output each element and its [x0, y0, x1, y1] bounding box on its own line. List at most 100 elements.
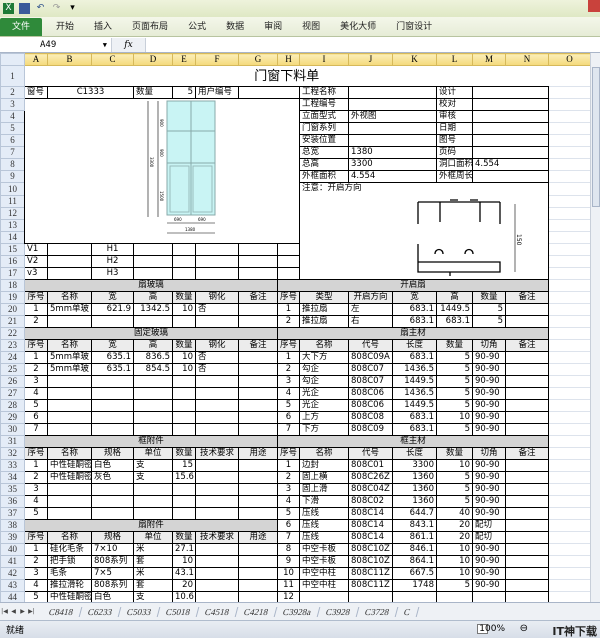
cell[interactable] [548, 399, 591, 412]
info-label[interactable]: 门窗系列 [299, 122, 349, 135]
left-column-header[interactable]: 高 [133, 339, 173, 352]
left-table-cell[interactable] [195, 399, 239, 412]
right-table-cell[interactable]: 勾企 [299, 375, 349, 388]
name-box[interactable]: A49 ▼ [0, 37, 112, 52]
left-table-cell[interactable] [238, 471, 278, 484]
cell[interactable] [548, 459, 591, 472]
right-column-header[interactable]: 长度 [392, 339, 437, 352]
column-header[interactable]: C [91, 53, 134, 66]
right-table-cell[interactable]: 7 [277, 531, 300, 544]
right-column-header[interactable]: 高 [436, 291, 473, 304]
right-table-cell[interactable]: 90-90 [472, 411, 506, 424]
cell[interactable] [548, 110, 591, 123]
right-table-cell[interactable]: 配切 [472, 531, 506, 544]
left-column-header[interactable]: 规格 [91, 447, 134, 460]
cell[interactable] [548, 219, 591, 232]
left-column-header[interactable]: 名称 [47, 339, 92, 352]
left-table-cell[interactable]: 808系列 [91, 555, 134, 568]
row-header[interactable]: 17 [0, 267, 25, 280]
left-table-cell[interactable] [238, 507, 278, 520]
right-table-cell[interactable] [505, 555, 549, 568]
right-table-cell[interactable]: 5 [436, 483, 473, 496]
right-table-cell[interactable]: 1 [277, 459, 300, 472]
right-table-cell[interactable]: 808C06 [348, 387, 393, 400]
column-header[interactable]: O [548, 53, 591, 66]
sheet-tab[interactable]: C3728 [356, 606, 399, 617]
cell[interactable] [548, 483, 591, 496]
right-column-header[interactable]: 代号 [348, 339, 393, 352]
info-value[interactable] [472, 146, 549, 159]
cell[interactable] [548, 267, 591, 280]
column-header[interactable]: G [238, 53, 278, 66]
cell[interactable] [548, 255, 591, 268]
first-sheet-icon[interactable]: |◀ [0, 608, 9, 615]
right-table-cell[interactable]: 40 [436, 507, 473, 520]
info-value[interactable] [348, 98, 437, 111]
left-table-cell[interactable] [91, 375, 134, 388]
left-table-cell[interactable] [47, 315, 92, 328]
right-table-cell[interactable]: 5 [472, 303, 506, 316]
row-header[interactable]: 39 [0, 531, 25, 544]
left-table-cell[interactable] [133, 495, 173, 508]
right-table-cell[interactable]: 2 [277, 471, 300, 484]
right-table-cell[interactable]: 846.1 [392, 543, 437, 556]
cell[interactable] [548, 158, 591, 171]
left-table-cell[interactable]: 10 [172, 363, 196, 376]
label-window-no[interactable]: 窗号 [24, 86, 48, 99]
opening-direction-note[interactable]: 注意：开启方向 150 [299, 182, 549, 280]
right-column-header[interactable]: 数量 [436, 447, 473, 460]
cell[interactable] [548, 555, 591, 568]
cell[interactable] [548, 375, 591, 388]
cell[interactable] [133, 255, 173, 268]
left-table-cell[interactable] [195, 411, 239, 424]
right-table-cell[interactable]: 压线 [299, 531, 349, 544]
right-column-header[interactable]: 名称 [299, 447, 349, 460]
cell[interactable] [172, 243, 196, 256]
left-table-cell[interactable]: 1 [24, 303, 48, 316]
right-table-cell[interactable] [505, 531, 549, 544]
right-table-cell[interactable]: 90-90 [472, 387, 506, 400]
window-no-value[interactable]: C1333 [47, 86, 134, 99]
left-table-cell[interactable]: 4 [24, 387, 48, 400]
cell[interactable] [548, 435, 591, 448]
cell[interactable] [172, 255, 196, 268]
sheet-tab[interactable]: C3928 [317, 606, 360, 617]
select-all-corner[interactable] [0, 53, 25, 66]
save-icon[interactable] [19, 3, 30, 14]
right-table-cell[interactable]: 90-90 [472, 459, 506, 472]
ribbon-tab-3[interactable]: 页面布局 [122, 18, 178, 36]
cell[interactable] [548, 471, 591, 484]
sheet-tab[interactable]: C [395, 606, 420, 617]
ribbon-tab-4[interactable]: 公式 [178, 18, 216, 36]
left-table-cell[interactable] [238, 567, 278, 580]
left-table-cell[interactable] [238, 411, 278, 424]
row-header[interactable]: 30 [0, 423, 25, 436]
row-header[interactable]: 1 [0, 65, 25, 87]
sheet-tab[interactable]: C6233 [79, 606, 122, 617]
cell[interactable] [548, 423, 591, 436]
row-header[interactable]: 3 [0, 98, 25, 111]
right-table-cell[interactable]: 10 [436, 459, 473, 472]
left-table-cell[interactable] [172, 399, 196, 412]
row-header[interactable]: 12 [0, 207, 25, 220]
left-column-header[interactable]: 备注 [238, 291, 278, 304]
row-header[interactable]: 22 [0, 327, 25, 340]
left-table-cell[interactable] [238, 303, 278, 316]
left-table-cell[interactable]: 15.6 [172, 471, 196, 484]
info-value[interactable]: 1380 [348, 146, 437, 159]
left-table-cell[interactable]: 否 [195, 303, 239, 316]
left-table-cell[interactable] [238, 387, 278, 400]
right-table-cell[interactable]: 683.1 [392, 423, 437, 436]
ribbon-tab-9[interactable]: 门窗设计 [386, 18, 442, 36]
ribbon-tab-8[interactable]: 美化大师 [330, 18, 386, 36]
left-table-cell[interactable]: 中性硅酮密 [47, 459, 92, 472]
v-value[interactable] [47, 255, 92, 268]
left-table-cell[interactable] [238, 363, 278, 376]
right-column-header[interactable]: 代号 [348, 447, 393, 460]
right-table-cell[interactable]: 1 [277, 303, 300, 316]
left-table-cell[interactable]: 套 [133, 555, 173, 568]
right-column-header[interactable]: 数量 [436, 339, 473, 352]
left-section-title[interactable]: 框附件 [24, 435, 278, 448]
formula-input[interactable] [146, 38, 600, 52]
right-table-cell[interactable]: 固上滑 [299, 483, 349, 496]
